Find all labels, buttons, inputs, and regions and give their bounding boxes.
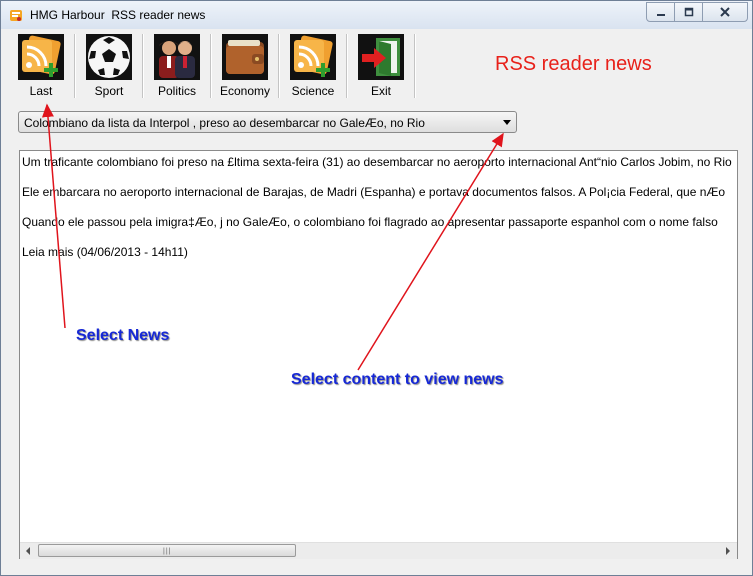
wallet-icon [222,34,268,80]
toolbar-separator [414,34,416,98]
rss-science-icon [290,34,336,80]
maximize-icon [684,7,693,17]
sport-button[interactable]: Sport [77,32,141,100]
toolbar-separator [278,34,280,98]
news-line: Um traficante colombiano foi preso na £l… [22,155,732,169]
toolbar-separator [346,34,348,98]
exit-label: Exit [370,84,391,98]
toolbar-separator [74,34,76,98]
toolbar-separator [142,34,144,98]
annotation-select-news: Select News [76,327,170,344]
science-button[interactable]: Science [281,32,345,100]
politicians-icon [154,34,200,80]
maximize-button[interactable] [674,2,703,22]
scroll-right-icon[interactable] [726,547,730,555]
exit-button[interactable]: Exit [349,32,413,100]
caption-buttons [646,2,748,22]
annotation-select-content: Select content to view news [291,371,504,388]
news-select-value: Colombiano da lista da Interpol , preso … [24,116,425,130]
minimize-icon [656,14,665,16]
rss-add-icon [18,34,64,80]
last-button[interactable]: Last [9,32,73,100]
news-select[interactable]: Colombiano da lista da Interpol , preso … [18,111,517,133]
chevron-down-icon[interactable] [503,120,511,125]
politics-button[interactable]: Politics [145,32,209,100]
minimize-button[interactable] [646,2,675,22]
read-more-link[interactable]: Leia mais (04/06/2013 - 14h11) [22,245,188,259]
close-icon [720,7,730,17]
app-window: HMG Harbour RSS reader news Last Sport P… [0,0,753,576]
sport-label: Sport [94,84,124,98]
news-line: Ele embarcara no aeroporto internacional… [22,185,726,199]
scroll-left-icon[interactable] [26,547,30,555]
title-bar[interactable]: HMG Harbour RSS reader news [1,1,752,29]
soccer-ball-icon [86,34,132,80]
horizontal-scrollbar[interactable]: ||| [20,542,737,559]
toolbar-separator [210,34,212,98]
science-label: Science [291,84,335,98]
window-title: HMG Harbour RSS reader news [30,8,206,22]
politics-label: Politics [157,84,196,98]
close-button[interactable] [702,2,748,22]
economy-button[interactable]: Economy [213,32,277,100]
app-heading: RSS reader news [495,53,652,75]
economy-label: Economy [219,84,271,98]
exit-door-icon [358,34,404,80]
toolbar: Last Sport Politics Economy Science Exit [9,32,417,100]
news-line: Quando ele passou pela imigra‡Æo, j no G… [22,215,718,229]
scroll-thumb[interactable]: ||| [38,544,296,557]
app-icon [10,10,22,21]
grip-icon: ||| [163,548,172,555]
last-label: Last [29,84,53,98]
news-content[interactable]: Um traficante colombiano foi preso na £l… [19,150,738,559]
